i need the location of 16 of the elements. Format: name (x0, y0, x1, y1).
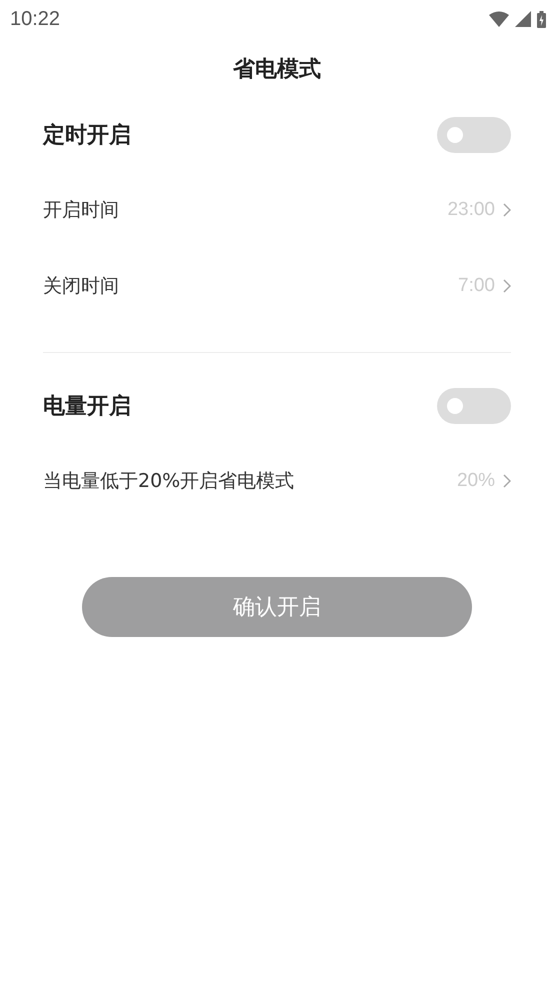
battery-icon (537, 10, 546, 28)
chevron-right-icon (503, 474, 511, 488)
signal-icon (515, 11, 531, 27)
page-title: 省电模式 (232, 56, 322, 84)
setting-label: 开启时间 (43, 198, 119, 223)
setting-label: 当电量低于20%开启省电模式 (43, 469, 294, 494)
toggle-switch[interactable] (437, 117, 511, 153)
wifi-icon (489, 11, 509, 27)
toggle-switch[interactable] (437, 388, 511, 424)
chevron-right-icon (503, 279, 511, 293)
section-title: 定时开启 (43, 122, 131, 150)
confirm-button[interactable]: 确认开启 (82, 577, 472, 637)
chevron-right-icon (503, 203, 511, 217)
status-time: 10:22 (10, 8, 60, 30)
section-title: 电量开启 (43, 393, 131, 421)
setting-label: 关闭时间 (43, 274, 119, 299)
